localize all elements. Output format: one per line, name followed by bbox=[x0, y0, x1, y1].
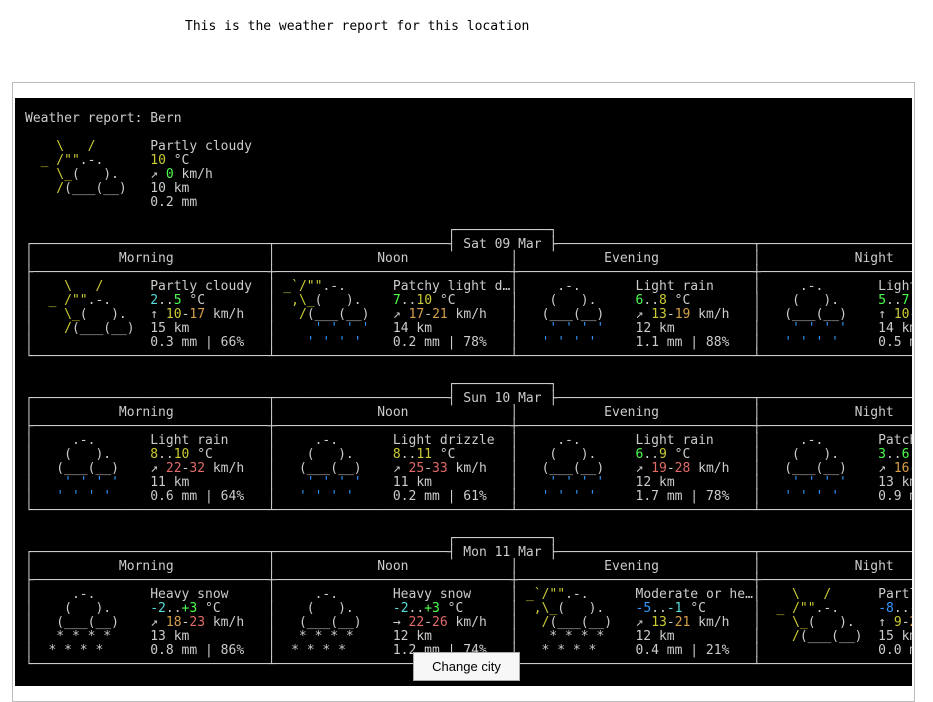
intro-text: This is the weather report for this loca… bbox=[185, 18, 529, 36]
change-city-button[interactable]: Change city bbox=[413, 652, 520, 681]
terminal-frame: Weather report: Bern \ / Partly cloudy _… bbox=[12, 82, 915, 702]
weather-terminal: Weather report: Bern \ / Partly cloudy _… bbox=[15, 98, 912, 686]
